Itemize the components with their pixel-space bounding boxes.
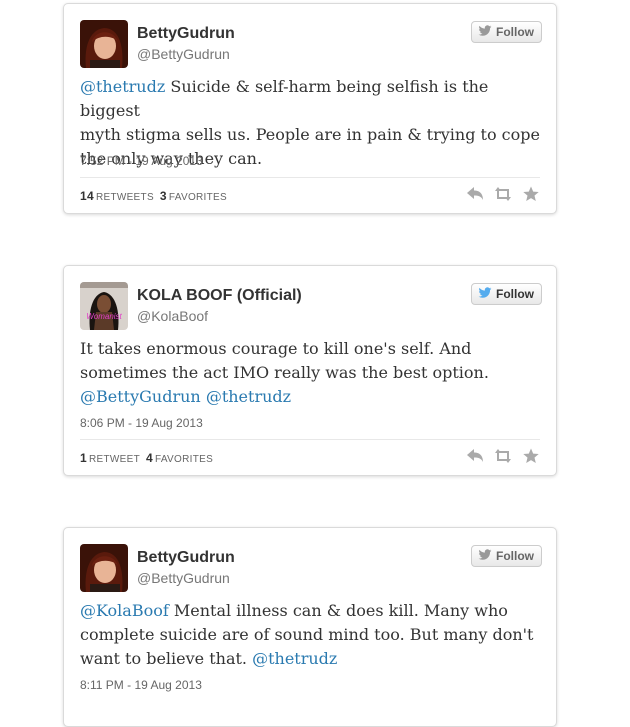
reply-icon[interactable] bbox=[466, 186, 484, 202]
text-segment: It takes enormous courage to kill one's … bbox=[80, 339, 472, 358]
divider bbox=[80, 177, 540, 178]
tweet-text: @KolaBoof Mental illness can & does kill… bbox=[80, 599, 542, 671]
retweets-label[interactable]: RETWEET bbox=[89, 454, 140, 465]
follow-label: Follow bbox=[496, 287, 534, 301]
text-segment: myth stigma sells us. People are in pain… bbox=[80, 125, 540, 144]
tweet-stats: 1 RETWEET 4 FAVORITES bbox=[80, 451, 213, 465]
favorites-count: 3 bbox=[159, 189, 167, 203]
retweets-count: 1 bbox=[80, 451, 87, 465]
author-name[interactable]: KOLA BOOF (Official) bbox=[137, 287, 302, 305]
mention-link[interactable]: @BettyGudrun bbox=[80, 387, 201, 406]
favorite-star-icon[interactable] bbox=[522, 448, 540, 464]
avatar[interactable] bbox=[80, 20, 128, 68]
mention-link[interactable]: @thetrudz bbox=[206, 387, 291, 406]
follow-label: Follow bbox=[496, 549, 534, 563]
reply-icon[interactable] bbox=[466, 448, 484, 464]
avatar-badge: Womanist bbox=[86, 312, 122, 321]
retweets-label[interactable]: RETWEETS bbox=[96, 192, 154, 203]
avatar[interactable] bbox=[80, 544, 128, 592]
tweet-stats: 14 RETWEETS 3 FAVORITES bbox=[80, 189, 227, 203]
divider bbox=[80, 439, 540, 440]
tweet-text: It takes enormous courage to kill one's … bbox=[80, 337, 542, 409]
tweet-card: BettyGudrun @BettyGudrun Follow @KolaBoo… bbox=[63, 527, 557, 727]
tweet-actions bbox=[466, 186, 540, 202]
author-handle[interactable]: @KolaBoof bbox=[137, 308, 208, 324]
timestamp[interactable]: 7:52 PM - 19 Aug 2013 bbox=[80, 154, 203, 168]
avatar[interactable]: Womanist bbox=[80, 282, 128, 330]
tweet-line: It takes enormous courage to kill one's … bbox=[80, 337, 542, 361]
retweet-icon[interactable] bbox=[494, 186, 512, 202]
tweet-line: complete suicide are of sound mind too. … bbox=[80, 623, 542, 647]
follow-label: Follow bbox=[496, 25, 534, 39]
favorites-count: 4 bbox=[145, 451, 153, 465]
text-segment: complete suicide are of sound mind too. … bbox=[80, 625, 534, 644]
author-handle[interactable]: @BettyGudrun bbox=[137, 46, 230, 62]
tweet-actions bbox=[466, 448, 540, 464]
mention-link[interactable]: @thetrudz bbox=[252, 649, 337, 668]
favorite-star-icon[interactable] bbox=[522, 186, 540, 202]
tweet-card: Womanist KOLA BOOF (Official) @KolaBoof … bbox=[63, 265, 557, 476]
favorites-label[interactable]: FAVORITES bbox=[169, 192, 227, 203]
author-name[interactable]: BettyGudrun bbox=[137, 25, 235, 43]
favorites-label[interactable]: FAVORITES bbox=[155, 454, 213, 465]
timestamp[interactable]: 8:11 PM - 19 Aug 2013 bbox=[80, 678, 202, 692]
tweet-line: sometimes the act IMO really was the bes… bbox=[80, 361, 542, 385]
follow-button[interactable]: Follow bbox=[471, 283, 542, 305]
tweet-line: @BettyGudrun @thetrudz bbox=[80, 385, 542, 409]
text-segment: Mental illness can & does kill. Many who bbox=[168, 601, 508, 620]
twitter-bird-icon bbox=[478, 286, 492, 302]
retweets-count: 14 bbox=[80, 189, 94, 203]
follow-button[interactable]: Follow bbox=[471, 545, 542, 567]
twitter-bird-icon bbox=[478, 24, 492, 40]
text-segment: sometimes the act IMO really was the bes… bbox=[80, 363, 489, 382]
text-segment: want to believe that. bbox=[80, 649, 253, 668]
follow-button[interactable]: Follow bbox=[471, 21, 542, 43]
author-handle[interactable]: @BettyGudrun bbox=[137, 570, 230, 586]
tweet-card: BettyGudrun @BettyGudrun Follow @thetrud… bbox=[63, 3, 557, 214]
mention-link[interactable]: @KolaBoof bbox=[80, 601, 169, 620]
retweet-icon[interactable] bbox=[494, 448, 512, 464]
tweet-line: @KolaBoof Mental illness can & does kill… bbox=[80, 599, 542, 623]
mention-link[interactable]: @thetrudz bbox=[80, 77, 165, 96]
tweet-line: myth stigma sells us. People are in pain… bbox=[80, 123, 542, 147]
tweet-line: want to believe that. @thetrudz bbox=[80, 647, 542, 671]
twitter-bird-icon bbox=[478, 548, 492, 564]
timestamp[interactable]: 8:06 PM - 19 Aug 2013 bbox=[80, 416, 203, 430]
author-name[interactable]: BettyGudrun bbox=[137, 549, 235, 567]
tweet-line: @thetrudz Suicide & self-harm being self… bbox=[80, 75, 542, 123]
